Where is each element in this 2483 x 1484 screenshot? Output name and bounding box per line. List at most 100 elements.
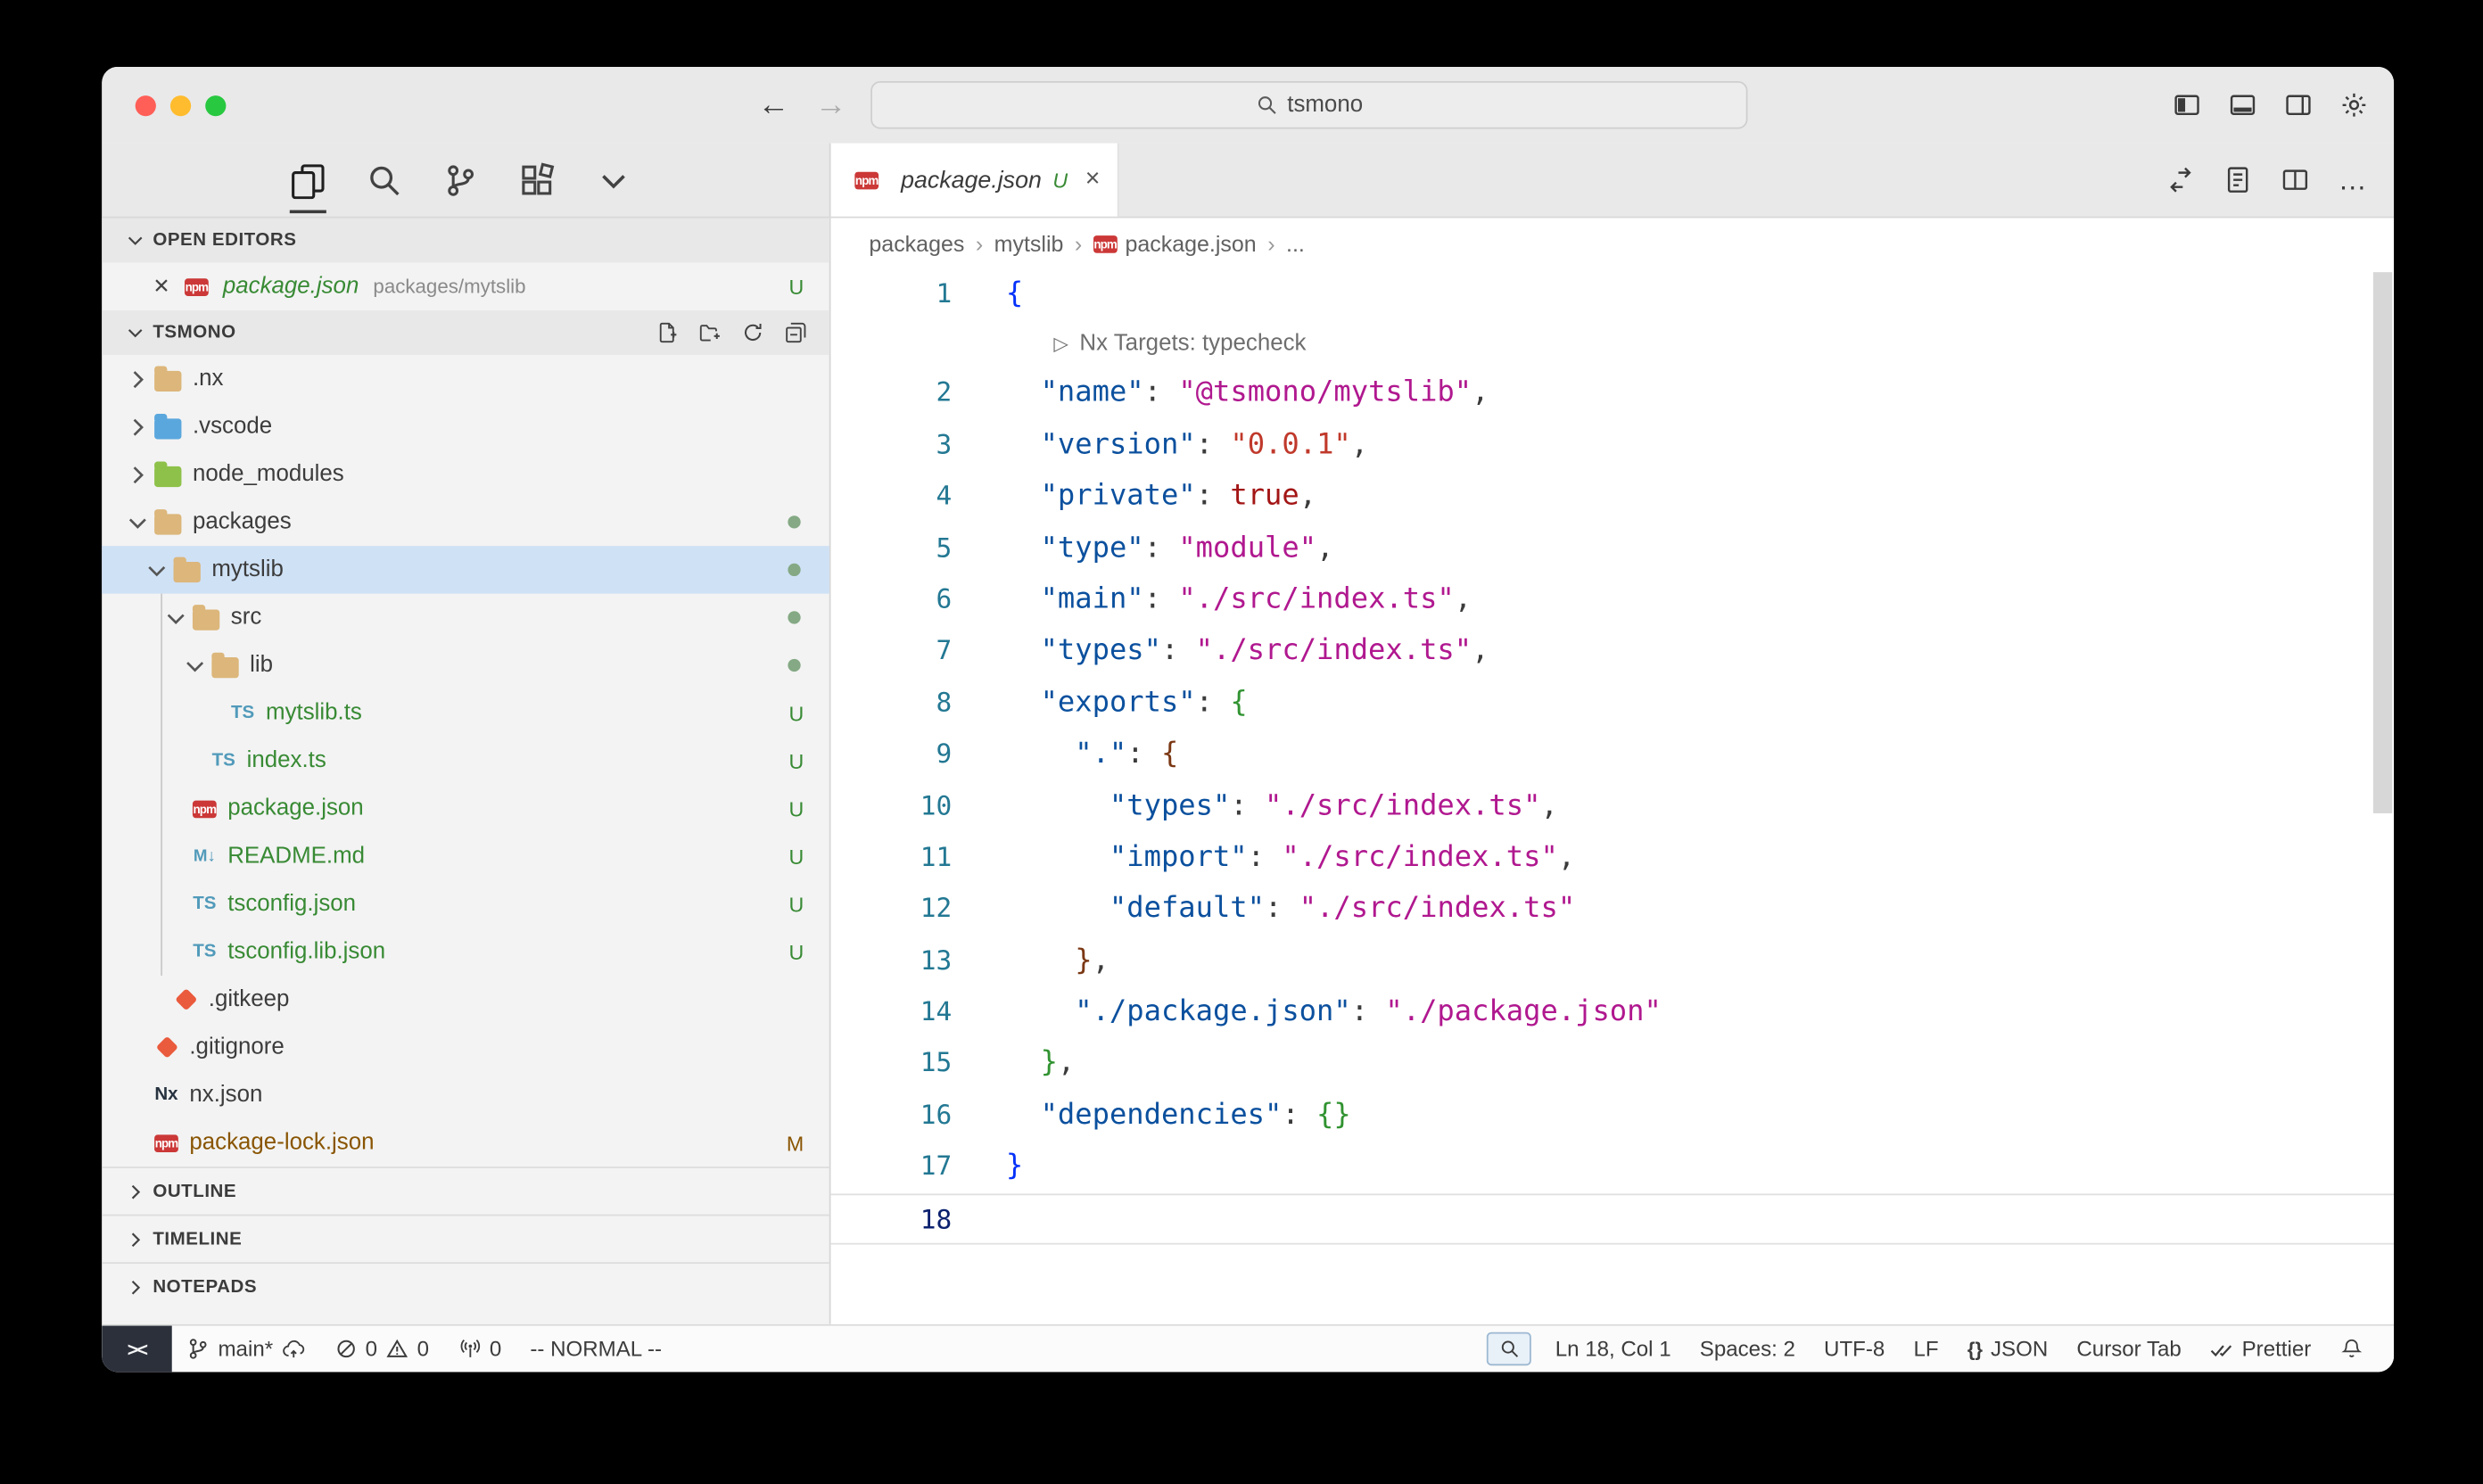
code-line[interactable]: "private": true, bbox=[952, 472, 1316, 524]
remote-indicator[interactable]: >< bbox=[102, 1326, 172, 1373]
cursor-tab-status[interactable]: Cursor Tab bbox=[2062, 1337, 2196, 1361]
line-number[interactable]: 7 bbox=[831, 626, 953, 678]
new-folder-icon[interactable] bbox=[698, 321, 721, 343]
cursor-position-status[interactable]: Ln 18, Col 1 bbox=[1541, 1337, 1686, 1361]
zoom-indicator[interactable] bbox=[1487, 1332, 1531, 1365]
extensions-view-icon[interactable] bbox=[519, 161, 556, 198]
branch-status[interactable]: main* bbox=[172, 1326, 319, 1373]
tab-package-json[interactable]: npm package.json U × bbox=[831, 144, 1119, 217]
line-number[interactable]: 1 bbox=[831, 269, 953, 321]
tree-item[interactable]: Nxnx.json bbox=[102, 1071, 829, 1119]
line-number[interactable]: 11 bbox=[831, 832, 953, 884]
code-line[interactable]: "./package.json": "./package.json" bbox=[952, 987, 1662, 1039]
tree-item[interactable]: M↓README.mdU bbox=[102, 832, 829, 880]
code-line[interactable]: "exports": { bbox=[952, 678, 1248, 730]
settings-gear-icon[interactable] bbox=[2339, 91, 2368, 120]
ports-status[interactable]: 0 bbox=[443, 1326, 516, 1373]
tree-item[interactable]: node_modules bbox=[102, 450, 829, 499]
line-number[interactable]: 6 bbox=[831, 574, 953, 626]
line-number[interactable]: 13 bbox=[831, 936, 953, 987]
search-view-icon[interactable] bbox=[366, 161, 402, 198]
forward-button[interactable]: → bbox=[815, 87, 847, 123]
line-number[interactable]: 4 bbox=[831, 472, 953, 524]
toggle-secondary-sidebar-icon[interactable] bbox=[2284, 91, 2313, 120]
code-line[interactable]: "default": "./src/index.ts" bbox=[952, 884, 1575, 936]
refresh-icon[interactable] bbox=[742, 321, 764, 343]
code-line[interactable]: "name": "@tsmono/mytslib", bbox=[952, 368, 1489, 420]
vim-mode-status[interactable]: -- NORMAL -- bbox=[516, 1326, 676, 1373]
code-line[interactable]: }, bbox=[952, 1038, 1075, 1090]
source-control-view-icon[interactable] bbox=[442, 161, 479, 198]
line-number[interactable]: 5 bbox=[831, 523, 953, 574]
sidebar-section-timeline[interactable]: TIMELINE bbox=[102, 1215, 829, 1263]
breadcrumb-item[interactable]: npmpackage.json bbox=[1093, 231, 1257, 257]
tree-item[interactable]: lib bbox=[102, 641, 829, 689]
open-editors-header[interactable]: OPEN EDITORS bbox=[102, 218, 829, 262]
tree-item[interactable]: src bbox=[102, 594, 829, 642]
code-line[interactable]: "import": "./src/index.ts", bbox=[952, 832, 1575, 884]
formatter-status[interactable]: Prettier bbox=[2196, 1337, 2325, 1361]
close-tab-icon[interactable]: × bbox=[1085, 166, 1101, 194]
code-line[interactable]: "types": "./src/index.ts", bbox=[952, 780, 1558, 832]
line-number[interactable]: 12 bbox=[831, 884, 953, 936]
more-actions-icon[interactable]: … bbox=[2339, 163, 2367, 196]
line-number[interactable]: 14 bbox=[831, 987, 953, 1039]
back-button[interactable]: ← bbox=[757, 87, 789, 123]
titlebar-search[interactable]: tsmono bbox=[870, 81, 1747, 129]
tree-item[interactable]: .gitignore bbox=[102, 1024, 829, 1072]
line-number[interactable]: 3 bbox=[831, 420, 953, 472]
tree-item[interactable]: TStsconfig.jsonU bbox=[102, 880, 829, 928]
vertical-scrollbar[interactable] bbox=[2373, 272, 2392, 813]
tree-item[interactable]: .vscode bbox=[102, 403, 829, 451]
line-number[interactable]: 9 bbox=[831, 730, 953, 781]
open-changes-icon[interactable] bbox=[2223, 166, 2252, 194]
explorer-section-header[interactable]: TSMONO bbox=[102, 310, 829, 355]
breadcrumb-item[interactable]: mytslib bbox=[994, 231, 1064, 257]
breadcrumb-item[interactable]: packages bbox=[869, 231, 964, 257]
sidebar-section-notepads[interactable]: NOTEPADS bbox=[102, 1262, 829, 1310]
sidebar-section-outline[interactable]: OUTLINE bbox=[102, 1167, 829, 1215]
explorer-view-icon[interactable] bbox=[290, 161, 326, 198]
tree-item[interactable]: TStsconfig.lib.jsonU bbox=[102, 928, 829, 976]
code-line[interactable]: { bbox=[952, 269, 1023, 321]
tree-item[interactable]: packages bbox=[102, 499, 829, 547]
close-editor-icon[interactable]: ✕ bbox=[153, 274, 181, 300]
tree-item[interactable]: .nx bbox=[102, 355, 829, 403]
code-line[interactable]: "version": "0.0.1", bbox=[952, 420, 1368, 472]
new-file-icon[interactable] bbox=[656, 321, 678, 343]
split-editor-icon[interactable] bbox=[2281, 166, 2309, 194]
eol-status[interactable]: LF bbox=[1899, 1337, 1952, 1361]
code-line[interactable]: ".": { bbox=[952, 730, 1178, 781]
chevron-down-icon[interactable] bbox=[595, 161, 631, 198]
code-line[interactable] bbox=[952, 1195, 1006, 1243]
language-status[interactable]: {} JSON bbox=[1953, 1337, 2063, 1361]
close-window-button[interactable] bbox=[136, 95, 156, 115]
open-editor-item[interactable]: ✕ npm package.json packages/mytslib U bbox=[102, 262, 829, 310]
line-number[interactable]: 2 bbox=[831, 368, 953, 420]
notifications-status[interactable] bbox=[2325, 1337, 2378, 1361]
tree-item[interactable]: npmpackage.jsonU bbox=[102, 785, 829, 833]
encoding-status[interactable]: UTF-8 bbox=[1810, 1337, 1899, 1361]
toggle-panel-icon[interactable] bbox=[2228, 91, 2256, 120]
collapse-all-icon[interactable] bbox=[785, 321, 807, 343]
problems-status[interactable]: 0 0 bbox=[319, 1326, 443, 1373]
line-number[interactable]: 8 bbox=[831, 678, 953, 730]
toggle-primary-sidebar-icon[interactable] bbox=[2173, 91, 2201, 120]
line-number[interactable]: 16 bbox=[831, 1090, 953, 1142]
code-line[interactable]: "types": "./src/index.ts", bbox=[952, 626, 1489, 678]
line-number[interactable]: 15 bbox=[831, 1038, 953, 1090]
minimize-window-button[interactable] bbox=[170, 95, 191, 115]
code-line[interactable]: "type": "module", bbox=[952, 523, 1333, 574]
tree-item[interactable]: TSindex.tsU bbox=[102, 737, 829, 785]
tree-item[interactable]: .gitkeep bbox=[102, 976, 829, 1024]
code-line[interactable]: } bbox=[952, 1142, 1023, 1193]
indentation-status[interactable]: Spaces: 2 bbox=[1686, 1337, 1810, 1361]
maximize-window-button[interactable] bbox=[205, 95, 226, 115]
code-line[interactable]: "dependencies": {} bbox=[952, 1090, 1351, 1142]
line-number[interactable]: 10 bbox=[831, 780, 953, 832]
codelens-link[interactable]: ▷Nx Targets: typecheck bbox=[831, 320, 1307, 368]
line-number[interactable]: 18 bbox=[831, 1195, 953, 1243]
code-line[interactable]: }, bbox=[952, 936, 1110, 987]
tree-item[interactable]: TSmytslib.tsU bbox=[102, 689, 829, 738]
compare-changes-icon[interactable] bbox=[2166, 166, 2195, 194]
